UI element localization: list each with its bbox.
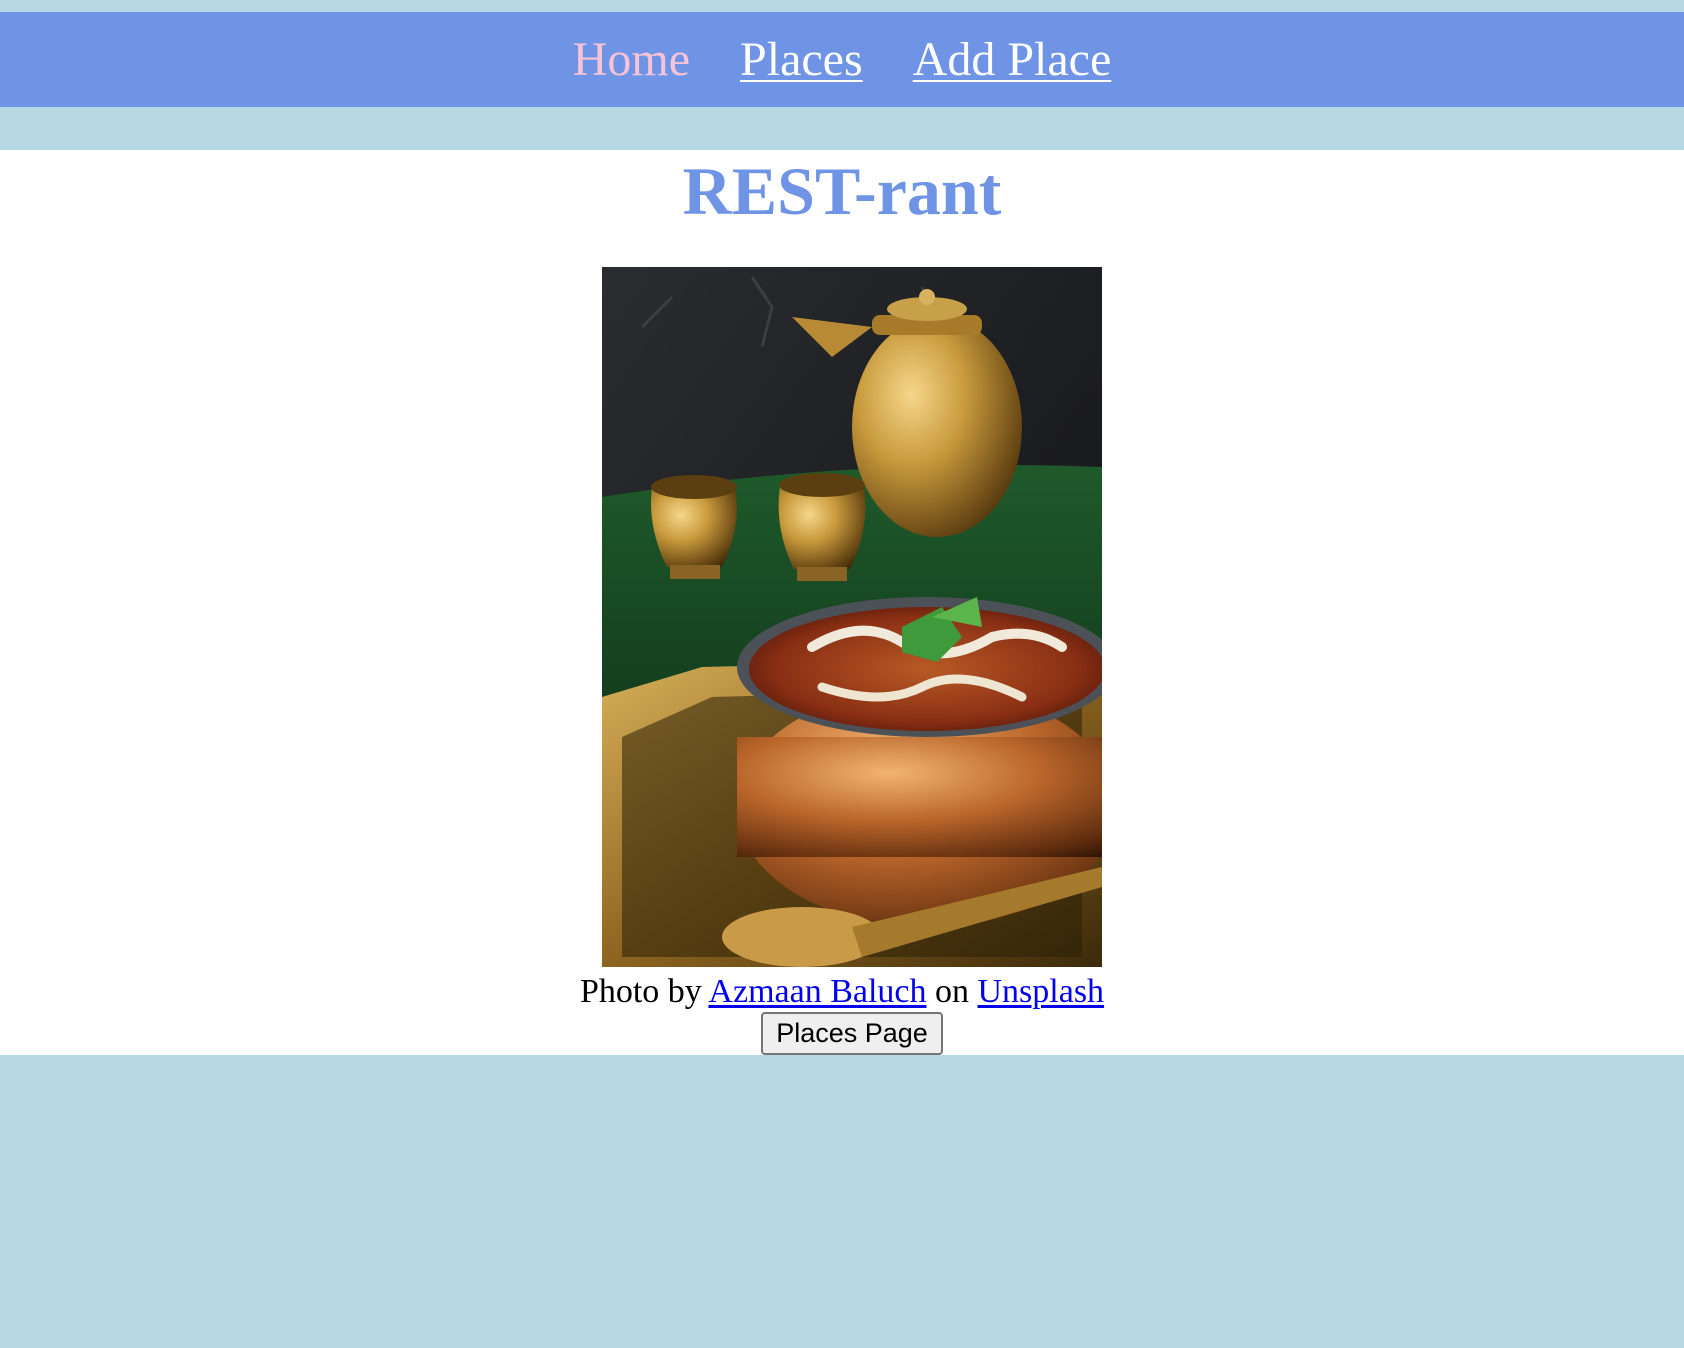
caption-prefix: Photo by — [579, 973, 702, 1010]
nav-places-link[interactable]: Places — [740, 35, 863, 84]
main-content: REST-rant Photo by Azmaan Baluch on Unsp… — [0, 150, 1684, 1055]
food-photo — [602, 267, 1102, 967]
top-strip — [0, 0, 1684, 12]
nav-home-link[interactable]: Home — [573, 35, 690, 84]
photo-credit: Photo by Azmaan Baluch on Unsplash — [0, 972, 1684, 1013]
unsplash-link[interactable]: Unsplash — [978, 973, 1105, 1010]
page-title: REST-rant — [682, 153, 1002, 229]
navbar: Home Places Add Place — [0, 12, 1684, 107]
caption-middle: on — [935, 973, 969, 1010]
nav-add-place-link[interactable]: Add Place — [913, 35, 1112, 84]
places-page-button[interactable]: Places Page — [761, 1012, 943, 1055]
author-link[interactable]: Azmaan Baluch — [708, 973, 926, 1010]
